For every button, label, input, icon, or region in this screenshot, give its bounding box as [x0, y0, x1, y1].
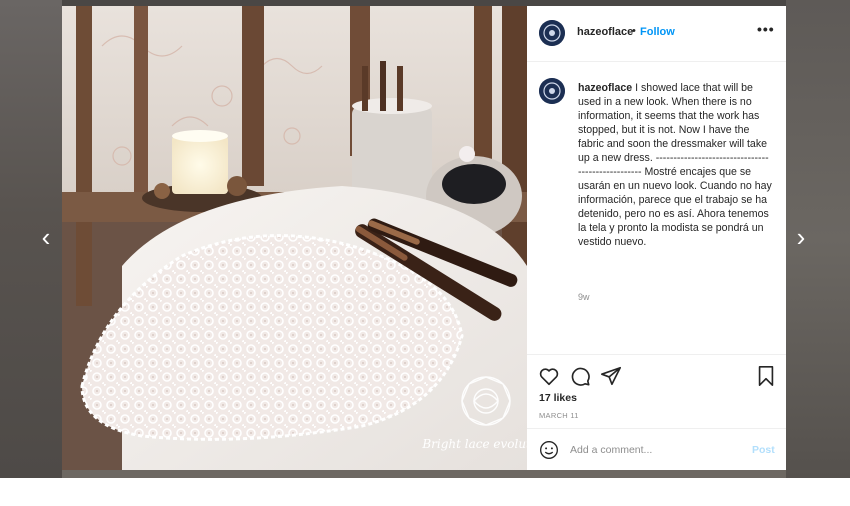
comment-input[interactable]: [570, 441, 740, 459]
next-post-arrow-icon[interactable]: ›: [789, 224, 813, 250]
lace-photo-illustration: Bright lace evolution: [62, 6, 527, 470]
watermark-title: Bright lace evolution: [421, 437, 527, 451]
post-date: MARCH 11: [539, 411, 579, 420]
more-options-icon[interactable]: •••: [757, 21, 775, 37]
comment-bar: Post: [527, 428, 786, 471]
post-side-panel: hazeoflace • Follow ••• hazeoflace I sho…: [527, 6, 786, 470]
dot-separator: •: [632, 25, 636, 37]
caption-avatar[interactable]: [539, 78, 565, 104]
likes-count[interactable]: 17 likes: [539, 392, 577, 404]
backdrop-bottom-edge: [62, 470, 786, 478]
time-ago: 9w: [578, 292, 590, 302]
post-photo[interactable]: Bright lace evolution: [62, 6, 527, 470]
caption-text: I showed lace that will be used in a new…: [578, 82, 772, 248]
avatar[interactable]: [539, 20, 565, 46]
action-bar: 17 likes MARCH 11: [527, 354, 786, 429]
caption-username[interactable]: hazeoflace: [578, 82, 632, 94]
share-icon[interactable]: [600, 365, 622, 387]
lace-logo-icon: [539, 78, 565, 104]
username[interactable]: hazeoflace: [577, 26, 633, 38]
emoji-icon[interactable]: [539, 440, 559, 460]
post-comment-button[interactable]: Post: [752, 444, 775, 456]
caption-area: hazeoflace I showed lace that will be us…: [527, 62, 786, 354]
previous-post-arrow-icon[interactable]: ‹: [34, 224, 58, 250]
heart-icon[interactable]: [538, 365, 560, 387]
page-bottom-area: [0, 478, 850, 506]
post-header: hazeoflace • Follow •••: [527, 6, 786, 62]
follow-button[interactable]: Follow: [640, 26, 675, 38]
post-caption: hazeoflace I showed lace that will be us…: [578, 81, 772, 249]
bookmark-icon[interactable]: [755, 365, 777, 387]
comment-icon[interactable]: [569, 365, 591, 387]
lace-logo-icon: [539, 20, 565, 46]
